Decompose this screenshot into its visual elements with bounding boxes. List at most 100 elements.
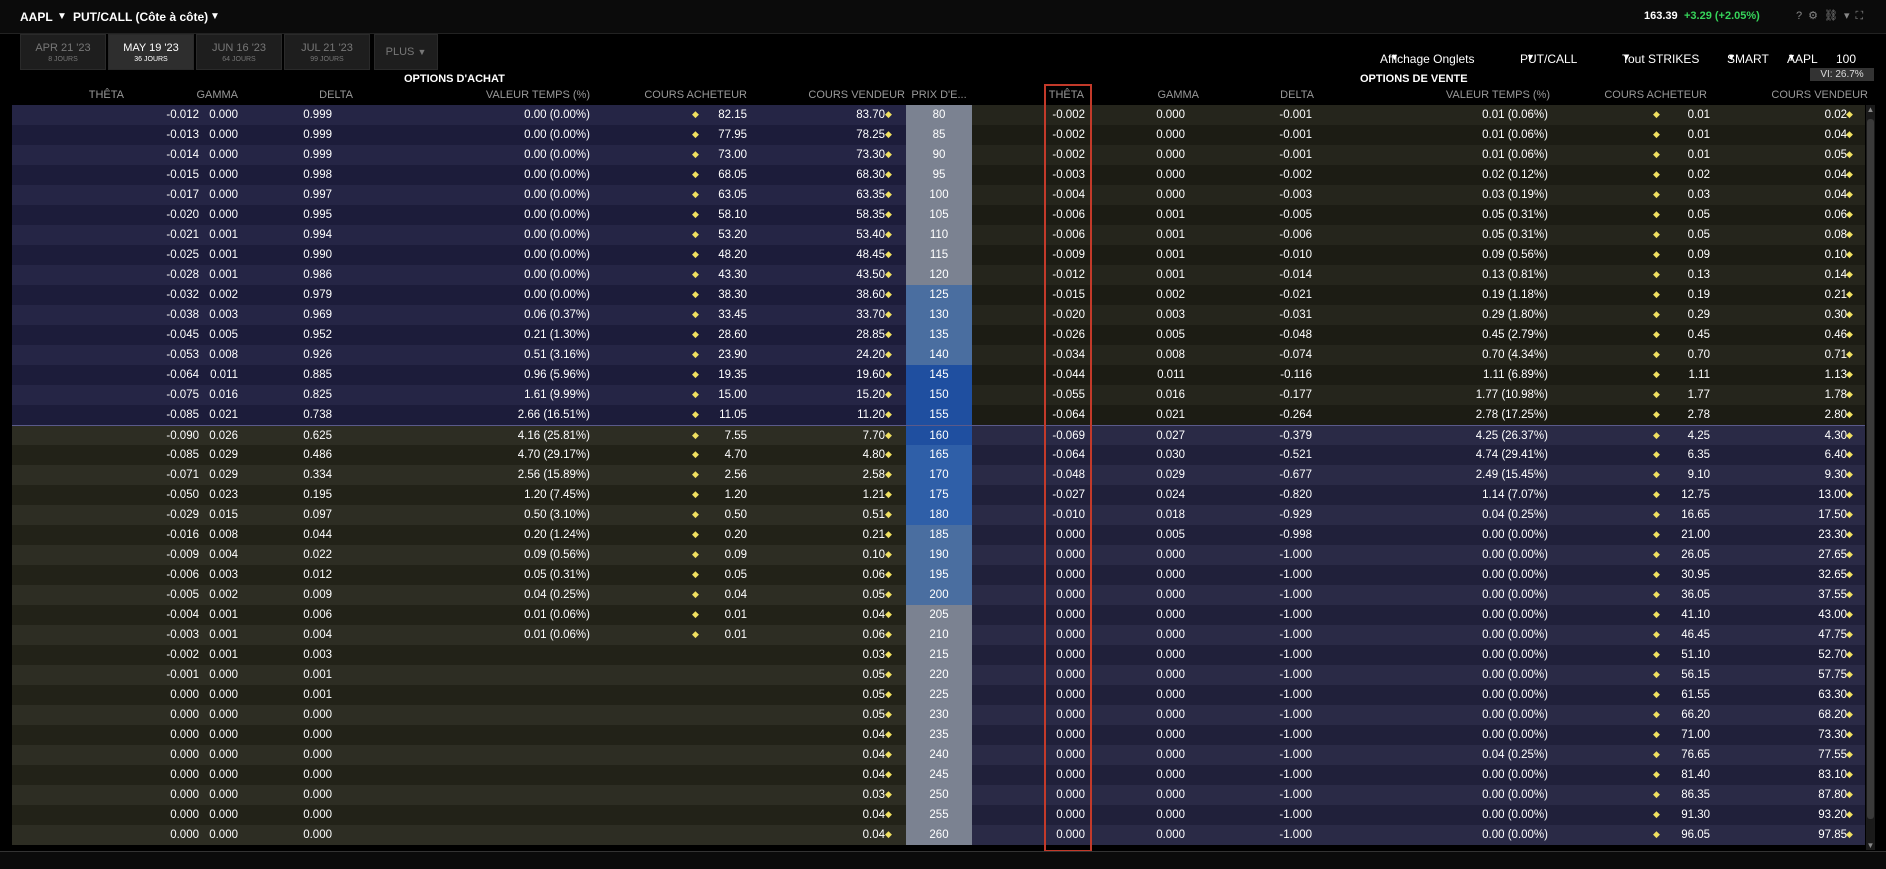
chain-row[interactable]: -0.045 0.005 0.952 0.21 (1.30%) 28.60 ◆ 28.85 ◆… (12, 325, 1865, 345)
call-ask-cell[interactable]: 68.30 (856, 169, 885, 181)
chain-row[interactable]: 0.000 0.000 0.000 0.03 ◆ 250 0.000 0.000 -1.000 0… (12, 785, 1865, 805)
call-ask-cell[interactable]: 58.35 (856, 209, 885, 221)
strike-cell[interactable]: 180 (906, 505, 972, 525)
call-bid-cell[interactable]: 0.01 (725, 629, 747, 641)
scroll-up-icon[interactable]: ▲ (1866, 105, 1875, 114)
chain-row[interactable]: -0.016 0.008 0.044 0.20 (1.24%) 0.20 ◆ 0.21 ◆ 18… (12, 525, 1865, 545)
strike-cell[interactable]: 220 (906, 665, 972, 685)
strike-cell[interactable]: 205 (906, 605, 972, 625)
put-ask-cell[interactable]: 0.08 (1825, 229, 1847, 241)
strike-cell[interactable]: 260 (906, 825, 972, 845)
put-ask-cell[interactable]: 13.00 (1818, 489, 1847, 501)
put-bid-cell[interactable]: 0.09 (1688, 249, 1710, 261)
chain-row[interactable]: -0.013 0.000 0.999 0.00 (0.00%) 77.95 ◆ 78.25 ◆… (12, 125, 1865, 145)
put-bid-cell[interactable]: 76.65 (1681, 749, 1710, 761)
chain-row[interactable]: -0.006 0.003 0.012 0.05 (0.31%) 0.05 ◆ 0.06 ◆ 19… (12, 565, 1865, 585)
scroll-down-icon[interactable]: ▼ (1866, 841, 1875, 850)
strike-cell[interactable]: 150 (906, 385, 972, 405)
chain-row[interactable]: -0.064 0.011 0.885 0.96 (5.96%) 19.35 ◆ 19.60 ◆… (12, 365, 1865, 385)
chain-row[interactable]: -0.075 0.016 0.825 1.61 (9.99%) 15.00 ◆ 15.20 ◆… (12, 385, 1865, 405)
call-ask-cell[interactable]: 0.06 (863, 629, 885, 641)
col-put-timevalue[interactable]: VALEUR TEMPS (%) (1390, 89, 1550, 101)
put-ask-cell[interactable]: 37.55 (1818, 589, 1847, 601)
call-ask-cell[interactable]: 0.04 (863, 769, 885, 781)
put-ask-cell[interactable]: 43.00 (1818, 609, 1847, 621)
strike-cell[interactable]: 140 (906, 345, 972, 365)
strike-cell[interactable]: 135 (906, 325, 972, 345)
call-ask-cell[interactable]: 0.03 (863, 649, 885, 661)
strike-cell[interactable]: 100 (906, 185, 972, 205)
chain-row[interactable]: -0.085 0.029 0.486 4.70 (29.17%) 4.70 ◆ 4.80 ◆ 1… (12, 445, 1865, 465)
call-bid-cell[interactable]: 73.00 (718, 149, 747, 161)
put-bid-cell[interactable]: 6.35 (1688, 449, 1710, 461)
put-bid-cell[interactable]: 81.40 (1681, 769, 1710, 781)
strike-cell[interactable]: 215 (906, 645, 972, 665)
tab-more[interactable]: PLUS ▼ (374, 34, 438, 70)
call-bid-cell[interactable]: 7.55 (725, 430, 747, 442)
call-bid-cell[interactable]: 77.95 (718, 129, 747, 141)
call-bid-cell[interactable]: 38.30 (718, 289, 747, 301)
call-ask-cell[interactable]: 24.20 (856, 349, 885, 361)
call-bid-cell[interactable]: 0.01 (725, 609, 747, 621)
strike-cell[interactable]: 250 (906, 785, 972, 805)
put-bid-cell[interactable]: 0.05 (1688, 229, 1710, 241)
put-bid-cell[interactable]: 0.01 (1688, 109, 1710, 121)
call-ask-cell[interactable]: 0.51 (863, 509, 885, 521)
chain-row[interactable]: -0.009 0.004 0.022 0.09 (0.56%) 0.09 ◆ 0.10 ◆ 19… (12, 545, 1865, 565)
chain-row[interactable]: -0.017 0.000 0.997 0.00 (0.00%) 63.05 ◆ 63.35 ◆… (12, 185, 1865, 205)
strike-cell[interactable]: 155 (906, 405, 972, 425)
col-strike[interactable]: PRIX D'E... (904, 89, 974, 101)
chain-row[interactable]: -0.032 0.002 0.979 0.00 (0.00%) 38.30 ◆ 38.60 ◆… (12, 285, 1865, 305)
call-bid-cell[interactable]: 23.90 (718, 349, 747, 361)
col-call-bid[interactable]: COURS ACHETEUR (600, 89, 747, 101)
call-ask-cell[interactable]: 0.21 (863, 529, 885, 541)
chain-row[interactable]: 0.000 0.000 0.000 0.04 ◆ 255 0.000 0.000 -1.000 0… (12, 805, 1865, 825)
menu-icon[interactable]: ▾ (1844, 10, 1856, 22)
call-ask-cell[interactable]: 28.85 (856, 329, 885, 341)
call-bid-cell[interactable]: 4.70 (725, 449, 747, 461)
col-put-bid[interactable]: COURS ACHETEUR (1560, 89, 1707, 101)
chain-row[interactable]: -0.003 0.001 0.004 0.01 (0.06%) 0.01 ◆ 0.06 ◆ 21… (12, 625, 1865, 645)
call-bid-cell[interactable]: 58.10 (718, 209, 747, 221)
col-call-ask[interactable]: COURS VENDEUR (770, 89, 905, 101)
chain-row[interactable]: -0.028 0.001 0.986 0.00 (0.00%) 43.30 ◆ 43.50 ◆… (12, 265, 1865, 285)
call-ask-cell[interactable]: 38.60 (856, 289, 885, 301)
put-bid-cell[interactable]: 0.29 (1688, 309, 1710, 321)
put-ask-cell[interactable]: 47.75 (1818, 629, 1847, 641)
call-bid-cell[interactable]: 0.20 (725, 529, 747, 541)
window-controls[interactable]: ?⚙⛓▾⛶ (1796, 9, 1869, 23)
strike-cell[interactable]: 110 (906, 225, 972, 245)
call-bid-cell[interactable]: 33.45 (718, 309, 747, 321)
chain-row[interactable]: -0.090 0.026 0.625 4.16 (25.81%) 7.55 ◆ 7.70 ◆ 1… (12, 425, 1865, 446)
tab-jul21[interactable]: JUL 21 '23 99 JOURS (284, 34, 370, 70)
put-bid-cell[interactable]: 66.20 (1681, 709, 1710, 721)
put-bid-cell[interactable]: 0.02 (1688, 169, 1710, 181)
chain-row[interactable]: -0.050 0.023 0.195 1.20 (7.45%) 1.20 ◆ 1.21 ◆ 17… (12, 485, 1865, 505)
strike-cell[interactable]: 145 (906, 365, 972, 385)
strike-cell[interactable]: 85 (906, 125, 972, 145)
put-bid-cell[interactable]: 46.45 (1681, 629, 1710, 641)
put-bid-cell[interactable]: 56.15 (1681, 669, 1710, 681)
strike-cell[interactable]: 185 (906, 525, 972, 545)
call-bid-cell[interactable]: 15.00 (718, 389, 747, 401)
strike-cell[interactable]: 160 (906, 426, 972, 446)
put-bid-cell[interactable]: 1.11 (1688, 369, 1710, 381)
strike-cell[interactable]: 80 (906, 105, 972, 125)
chain-row[interactable]: -0.071 0.029 0.334 2.56 (15.89%) 2.56 ◆ 2.58 ◆ 1… (12, 465, 1865, 485)
put-bid-cell[interactable]: 61.55 (1681, 689, 1710, 701)
put-ask-cell[interactable]: 87.80 (1818, 789, 1847, 801)
put-ask-cell[interactable]: 32.65 (1818, 569, 1847, 581)
put-bid-cell[interactable]: 4.25 (1688, 430, 1710, 442)
strike-cell[interactable]: 230 (906, 705, 972, 725)
gear-icon[interactable]: ⚙ (1808, 10, 1824, 22)
call-bid-cell[interactable]: 63.05 (718, 189, 747, 201)
put-ask-cell[interactable]: 63.30 (1818, 689, 1847, 701)
call-ask-cell[interactable]: 53.40 (856, 229, 885, 241)
call-ask-cell[interactable]: 0.04 (863, 609, 885, 621)
call-ask-cell[interactable]: 4.80 (863, 449, 885, 461)
call-ask-cell[interactable]: 73.30 (856, 149, 885, 161)
call-ask-cell[interactable]: 15.20 (856, 389, 885, 401)
strike-cell[interactable]: 255 (906, 805, 972, 825)
call-ask-cell[interactable]: 0.04 (863, 729, 885, 741)
col-put-theta[interactable]: THÊTA (1020, 89, 1084, 101)
